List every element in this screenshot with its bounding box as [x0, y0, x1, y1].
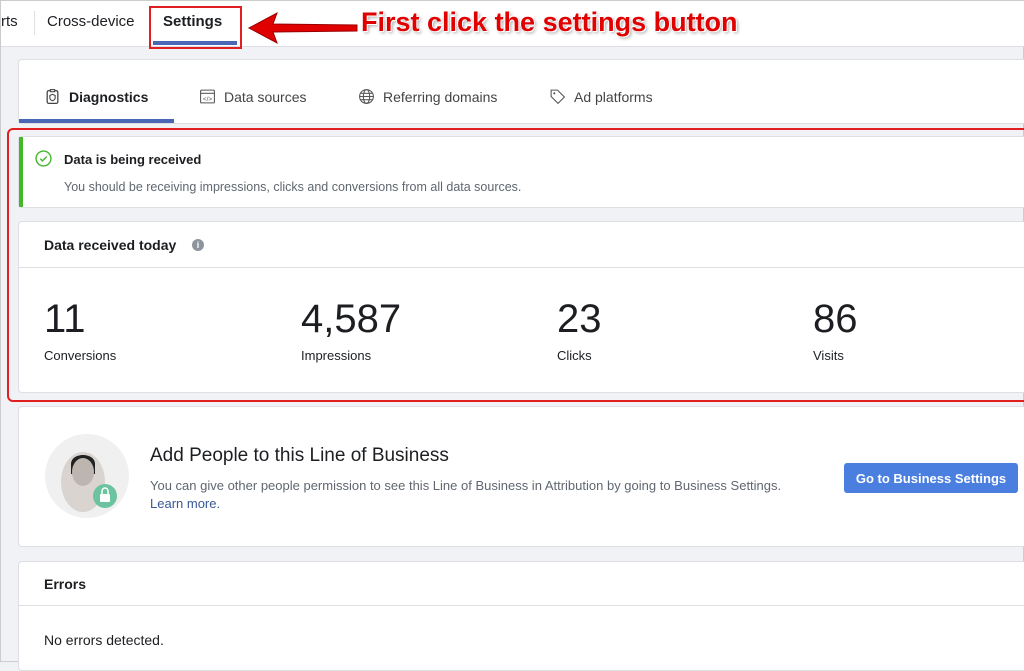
metric-conversions: 11 Conversions	[44, 297, 117, 363]
tab-ad-platforms[interactable]: Ad platforms	[549, 88, 653, 105]
tab-referring-domains[interactable]: Referring domains	[358, 88, 497, 105]
status-bar	[19, 137, 23, 207]
metric-impressions: 4,587 Impressions	[301, 297, 402, 363]
tab-label: Referring domains	[383, 88, 498, 105]
person-lock-icon	[45, 434, 129, 518]
tab-data-sources[interactable]: </> Data sources	[199, 88, 306, 105]
learn-more-link[interactable]: Learn more.	[150, 496, 220, 511]
tab-label: Data sources	[224, 88, 307, 105]
annotation-text: First click the settings button	[361, 7, 738, 37]
metric-visits: 86 Visits	[813, 297, 858, 363]
tab-diagnostics[interactable]: Diagnostics	[44, 88, 148, 105]
divider	[34, 11, 35, 35]
clipboard-shield-icon	[46, 89, 59, 105]
description: You can give other people permission to …	[150, 478, 782, 493]
nav-item-cross-device[interactable]: Cross-device	[47, 13, 135, 30]
settings-tabs: Diagnostics </> Data sources Referring d…	[18, 59, 1024, 124]
nav-item-reports[interactable]: rts	[1, 13, 18, 30]
highlight-box	[149, 6, 242, 49]
add-people-text: You can give other people permission to …	[150, 477, 800, 513]
check-circle-icon	[35, 150, 52, 167]
arrow-icon	[247, 11, 358, 45]
add-people-title: Add People to this Line of Business	[150, 445, 449, 466]
tab-label: Diagnostics	[69, 88, 149, 105]
svg-text:</>: </>	[203, 96, 212, 103]
status-title: Data is being received	[64, 152, 202, 167]
tab-label: Ad platforms	[574, 88, 653, 105]
globe-icon	[359, 89, 374, 104]
code-window-icon: </>	[200, 89, 215, 104]
data-received-card: Data received today i 11 Conversions 4,58…	[18, 221, 1024, 393]
go-to-business-settings-button[interactable]: Go to Business Settings	[844, 463, 1018, 493]
tag-icon	[550, 89, 566, 105]
metric-clicks: 23 Clicks	[557, 297, 602, 363]
add-people-card: Add People to this Line of Business You …	[18, 406, 1024, 547]
info-icon[interactable]: i	[192, 239, 204, 251]
status-banner: Data is being received You should be rec…	[18, 136, 1024, 208]
errors-title: Errors	[44, 576, 87, 592]
errors-card: Errors No errors detected.	[18, 561, 1024, 671]
active-tab-underline	[19, 119, 174, 123]
errors-message: No errors detected.	[44, 632, 164, 648]
status-message: You should be receiving impressions, cli…	[64, 180, 522, 194]
card-title: Data received today	[44, 237, 177, 253]
